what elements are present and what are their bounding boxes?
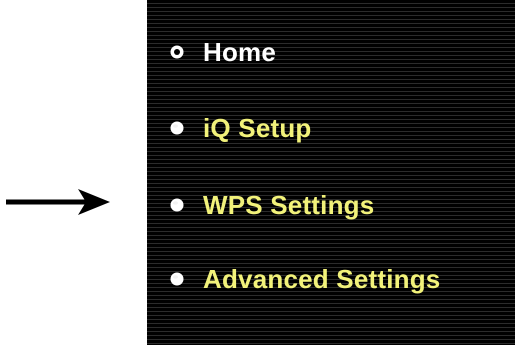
menu-item-advanced-settings[interactable]: Advanced Settings: [169, 259, 440, 299]
radio-selected-icon: [170, 45, 184, 59]
menu-item-label: WPS Settings: [203, 190, 375, 220]
radio-bullet-icon: [170, 121, 184, 135]
radio-bullet-icon: [170, 272, 184, 286]
menu-item-wps-settings[interactable]: WPS Settings: [169, 185, 374, 225]
menu-item-label: Home: [203, 37, 277, 67]
navigation-menu: Home iQ Setup WPS Settings Advanced Sett…: [147, 0, 515, 345]
page: Home iQ Setup WPS Settings Advanced Sett…: [0, 0, 515, 345]
menu-item-label: Advanced Settings: [203, 264, 441, 294]
right-arrow-icon: [6, 189, 110, 215]
menu-item-iq-setup[interactable]: iQ Setup: [169, 108, 312, 148]
radio-bullet-icon: [170, 198, 184, 212]
menu-item-home[interactable]: Home: [169, 32, 276, 72]
menu-item-label: iQ Setup: [203, 113, 312, 143]
